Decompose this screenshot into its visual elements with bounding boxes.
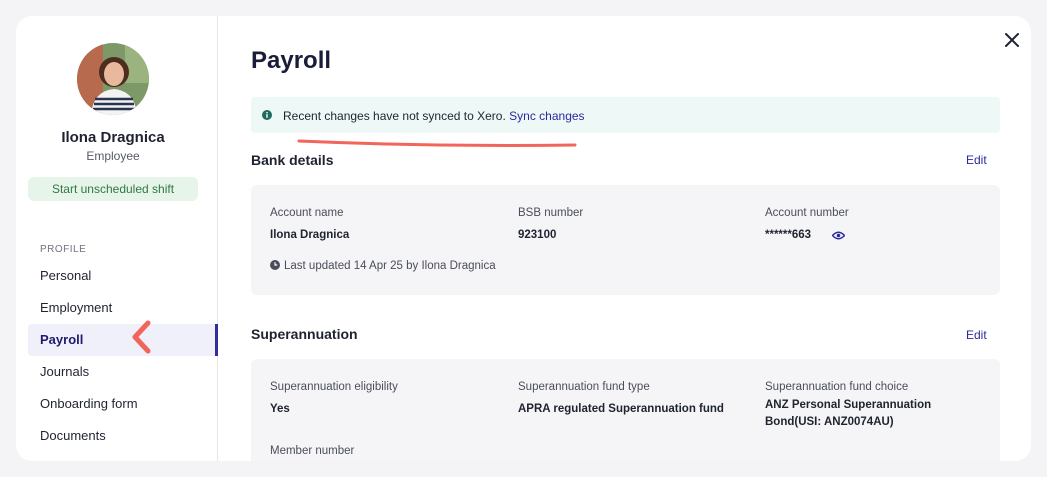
sync-notice-message: Recent changes have not synced to Xero. … bbox=[283, 109, 585, 123]
last-updated-text: Last updated 14 Apr 25 by Ilona Dragnica bbox=[284, 260, 496, 272]
super-fund-choice-value-line1: ANZ Personal Superannuation bbox=[765, 399, 932, 411]
start-unscheduled-shift-button[interactable]: Start unscheduled shift bbox=[28, 177, 198, 201]
profile-nav: Personal Employment Payroll Journals Onb… bbox=[28, 260, 218, 452]
bsb-value: 923100 bbox=[518, 229, 557, 241]
clock-icon bbox=[270, 260, 280, 270]
sync-changes-link[interactable]: Sync changes bbox=[509, 109, 584, 123]
superannuation-card: Superannuation eligibility Yes Superannu… bbox=[251, 359, 1000, 461]
sync-notice: Recent changes have not synced to Xero. … bbox=[251, 97, 1000, 133]
account-name-value: Ilona Dragnica bbox=[270, 229, 350, 241]
avatar bbox=[77, 43, 149, 115]
superannuation-edit-button[interactable]: Edit bbox=[966, 328, 987, 342]
super-eligibility-label: Superannuation eligibility bbox=[270, 381, 398, 393]
page-title: Payroll bbox=[251, 47, 332, 74]
sidebar-item-employment[interactable]: Employment bbox=[28, 292, 218, 324]
bank-details-edit-button[interactable]: Edit bbox=[966, 153, 987, 167]
sync-notice-text: Recent changes have not synced to Xero. bbox=[283, 109, 506, 123]
main-content: Payroll Recent changes have not synced t… bbox=[251, 16, 1001, 461]
super-eligibility-value: Yes bbox=[270, 403, 290, 415]
account-number-value: ******663 bbox=[765, 229, 812, 241]
sidebar-item-onboarding-form[interactable]: Onboarding form bbox=[28, 388, 218, 420]
bsb-label: BSB number bbox=[518, 207, 584, 219]
member-number-label: Member number bbox=[270, 445, 355, 457]
super-fund-type-value: APRA regulated Superannuation fund bbox=[518, 403, 724, 415]
bank-details-title: Bank details bbox=[251, 152, 334, 168]
sidebar-item-payroll[interactable]: Payroll bbox=[28, 324, 218, 356]
sidebar-item-journals[interactable]: Journals bbox=[28, 356, 218, 388]
info-icon bbox=[262, 110, 272, 120]
annotation-underline bbox=[297, 139, 577, 147]
super-fund-choice-value-line2: Bond(USI: ANZ0074AU) bbox=[765, 416, 894, 428]
account-number-label: Account number bbox=[765, 207, 849, 219]
sidebar-item-documents[interactable]: Documents bbox=[28, 420, 218, 452]
payroll-panel: Ilona Dragnica Employee Start unschedule… bbox=[16, 16, 1031, 461]
profile-section-label: PROFILE bbox=[40, 244, 87, 255]
superannuation-title: Superannuation bbox=[251, 326, 358, 342]
last-updated: Last updated 14 Apr 25 by Ilona Dragnica bbox=[270, 260, 496, 272]
super-fund-type-label: Superannuation fund type bbox=[518, 381, 650, 393]
account-name-label: Account name bbox=[270, 207, 344, 219]
user-role: Employee bbox=[86, 149, 140, 163]
super-fund-choice-label: Superannuation fund choice bbox=[765, 381, 909, 393]
eye-icon[interactable] bbox=[832, 231, 845, 240]
bank-details-card: Account name Ilona Dragnica BSB number 9… bbox=[251, 185, 1000, 295]
sidebar-item-personal[interactable]: Personal bbox=[28, 260, 218, 292]
sidebar: Ilona Dragnica Employee Start unschedule… bbox=[16, 16, 218, 461]
close-icon[interactable] bbox=[1002, 30, 1022, 50]
user-name: Ilona Dragnica bbox=[61, 129, 165, 146]
chevron-left-icon bbox=[132, 320, 151, 354]
